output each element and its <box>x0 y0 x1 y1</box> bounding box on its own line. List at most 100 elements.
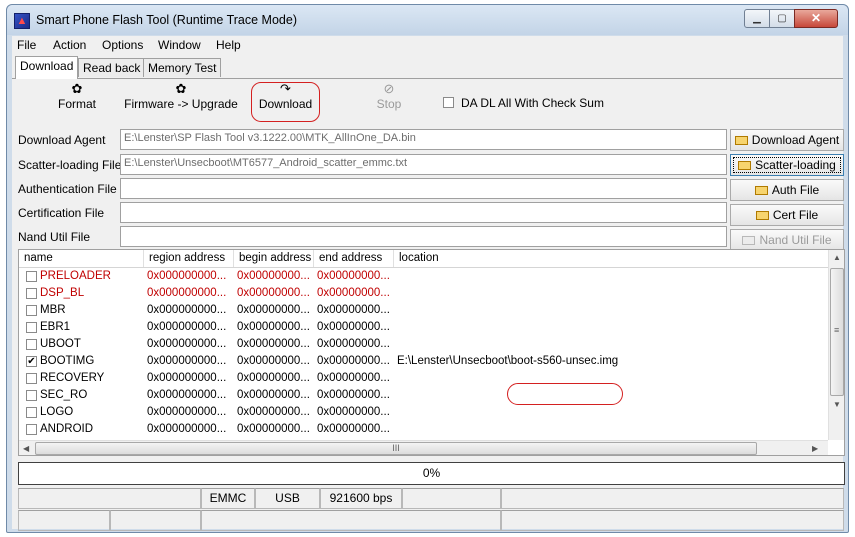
vertical-scroll-thumb[interactable]: ≡ <box>830 268 844 396</box>
begin-address: 0x00000000... <box>237 338 310 350</box>
table-row[interactable]: SEC_RO 0x000000000... 0x00000000... 0x00000… <box>19 387 829 404</box>
download-agent-field[interactable]: E:\Lenster\SP Flash Tool v3.1222.00\MTK_… <box>120 129 727 150</box>
end-address: 0x00000000... <box>317 287 390 299</box>
scatter-loading-field[interactable]: E:\Lenster\Unsecboot\MT6577_Android_scat… <box>120 154 727 175</box>
status-bar-bottom <box>12 510 844 532</box>
status-storage: EMMC <box>201 488 255 509</box>
row-checkbox[interactable] <box>26 373 37 384</box>
nand-util-field[interactable] <box>120 226 727 247</box>
end-address: 0x00000000... <box>317 270 390 282</box>
region-address: 0x000000000... <box>147 287 227 299</box>
row-checkbox[interactable]: ✔ <box>26 356 37 367</box>
cert-file-button[interactable]: Cert File <box>730 204 844 226</box>
region-address: 0x000000000... <box>147 338 227 350</box>
firmware-icon: ✿ <box>175 81 187 96</box>
scroll-left-icon[interactable]: ◀ <box>23 444 29 453</box>
status-cell <box>18 510 110 531</box>
horizontal-scrollbar[interactable]: ◀ III ▶ <box>19 440 828 455</box>
scroll-down-icon[interactable]: ▼ <box>833 400 841 409</box>
download-annotation-oval <box>251 82 320 122</box>
tab-read-back[interactable]: Read back <box>78 58 146 77</box>
auth-file-label: Authentication File <box>18 182 117 196</box>
row-checkbox[interactable] <box>26 390 37 401</box>
table-row[interactable]: UBOOT 0x000000000... 0x00000000... 0x000000… <box>19 336 829 353</box>
begin-address: 0x00000000... <box>237 355 310 367</box>
minimize-button[interactable]: ▁ <box>744 9 770 28</box>
row-checkbox[interactable] <box>26 305 37 316</box>
progress-bar: 0% <box>18 462 845 485</box>
menu-help[interactable]: Help <box>216 38 241 52</box>
close-button[interactable]: ✕ <box>794 9 838 28</box>
row-checkbox[interactable] <box>26 407 37 418</box>
file-location[interactable]: E:\Lenster\Unsecboot\boot-s560-unsec.img <box>397 353 618 370</box>
download-agent-button[interactable]: Download Agent <box>730 129 844 151</box>
stop-button[interactable]: ⊘ Stop <box>367 81 411 121</box>
table-row[interactable]: RECOVERY 0x000000000... 0x00000000... 0x000… <box>19 370 829 387</box>
app-icon: ▲ <box>14 13 30 29</box>
image-annotation-oval <box>507 383 623 405</box>
end-address: 0x00000000... <box>317 406 390 418</box>
table-row[interactable]: MBR 0x000000000... 0x00000000... 0x00000000… <box>19 302 829 319</box>
tab-download[interactable]: Download <box>15 56 79 79</box>
table-row[interactable]: DSP_BL 0x000000000... 0x00000000... 0x00000… <box>19 285 829 302</box>
region-address: 0x000000000... <box>147 304 227 316</box>
end-address: 0x00000000... <box>317 423 390 435</box>
column-header-name[interactable]: name <box>19 250 144 267</box>
partition-name: EBR1 <box>40 321 71 333</box>
status-cell <box>402 488 501 509</box>
folder-icon <box>742 236 756 245</box>
format-button[interactable]: ✿ Format <box>52 81 102 121</box>
window-title: Smart Phone Flash Tool (Runtime Trace Mo… <box>36 13 297 27</box>
partition-name: BOOTIMG <box>40 355 95 367</box>
firmware-upgrade-button[interactable]: ✿ Firmware -> Upgrade <box>124 81 238 121</box>
menu-options[interactable]: Options <box>102 38 143 52</box>
menu-window[interactable]: Window <box>158 38 201 52</box>
partition-name: PRELOADER <box>40 270 111 282</box>
menu-action[interactable]: Action <box>53 38 86 52</box>
column-header-location[interactable]: location <box>394 250 828 267</box>
row-checkbox[interactable] <box>26 339 37 350</box>
end-address: 0x00000000... <box>317 338 390 350</box>
column-header-region[interactable]: region address <box>144 250 234 267</box>
maximize-button[interactable]: ▢ <box>769 9 795 28</box>
status-bar-top: EMMC USB 921600 bps <box>12 488 844 510</box>
table-row[interactable]: EBR1 0x000000000... 0x00000000... 0x0000000… <box>19 319 829 336</box>
cert-file-field[interactable] <box>120 202 727 223</box>
table-row[interactable]: LOGO 0x000000000... 0x00000000... 0x0000000… <box>19 404 829 421</box>
menu-file[interactable]: File <box>17 38 36 52</box>
table-row[interactable]: ANDROID 0x000000000... 0x00000000... 0x0000… <box>19 421 829 438</box>
column-header-end[interactable]: end address <box>314 250 394 267</box>
checksum-checkbox[interactable] <box>443 97 454 108</box>
region-address: 0x000000000... <box>147 270 227 282</box>
table-row[interactable]: PRELOADER 0x000000000... 0x00000000... 0x00… <box>19 268 829 285</box>
vertical-scrollbar[interactable]: ▲ ≡ ▼ <box>828 250 844 440</box>
horizontal-scroll-thumb[interactable]: III <box>35 442 757 455</box>
begin-address: 0x00000000... <box>237 389 310 401</box>
scroll-up-icon[interactable]: ▲ <box>833 253 841 262</box>
auth-file-button[interactable]: Auth File <box>730 179 844 201</box>
begin-address: 0x00000000... <box>237 304 310 316</box>
row-checkbox[interactable] <box>26 288 37 299</box>
tab-memory-test[interactable]: Memory Test <box>143 58 222 77</box>
status-cell <box>501 488 844 509</box>
toolbar: ✿ Format ✿ Firmware -> Upgrade ↷ Downloa… <box>12 79 843 125</box>
row-checkbox[interactable] <box>26 322 37 333</box>
scatter-loading-button[interactable]: Scatter-loading <box>730 154 844 176</box>
partition-name: DSP_BL <box>40 287 85 299</box>
status-baud: 921600 bps <box>320 488 402 509</box>
row-checkbox[interactable] <box>26 424 37 435</box>
end-address: 0x00000000... <box>317 355 390 367</box>
table-row[interactable]: ✔ BOOTIMG 0x000000000... 0x00000000... 0x000… <box>19 353 829 370</box>
auth-file-field[interactable] <box>120 178 727 199</box>
row-checkbox[interactable] <box>26 271 37 282</box>
scroll-right-icon[interactable]: ▶ <box>812 444 818 453</box>
column-header-begin[interactable]: begin address <box>234 250 314 267</box>
nand-util-label: Nand Util File <box>18 230 91 244</box>
title-bar[interactable]: ▲ Smart Phone Flash Tool (Runtime Trace … <box>7 5 848 35</box>
nand-util-button[interactable]: Nand Util File <box>730 229 844 251</box>
region-address: 0x000000000... <box>147 355 227 367</box>
partition-name: LOGO <box>40 406 74 418</box>
end-address: 0x00000000... <box>317 372 390 384</box>
partition-list: name region address begin address end ad… <box>18 249 845 456</box>
cert-file-label: Certification File <box>18 206 105 220</box>
